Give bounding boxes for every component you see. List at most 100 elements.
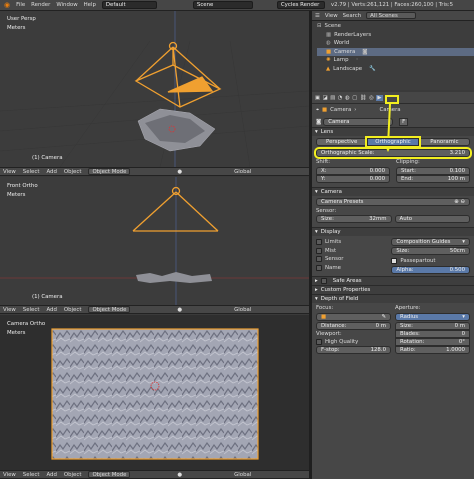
safe-areas-panel-header[interactable]: ▸ Safe Areas <box>312 275 474 285</box>
clip-end-field[interactable]: End: 100 m <box>396 175 470 183</box>
focus-label: Focus: <box>316 304 334 311</box>
select-menu[interactable]: Select <box>23 472 40 478</box>
aperture-type-select[interactable]: Radius ▾ <box>395 312 470 321</box>
shading-icon[interactable]: ● <box>177 169 182 175</box>
shift-x-field[interactable]: X: 0.000 <box>316 167 390 175</box>
focus-distance-field[interactable]: Distance: 0 m <box>316 321 391 330</box>
menu-help[interactable]: Help <box>84 2 96 8</box>
blades-field[interactable]: Blades: 0 <box>395 329 470 338</box>
orthographic-tab[interactable]: Orthographic <box>365 136 421 148</box>
render-tab-icon[interactable]: ◪ <box>323 95 328 101</box>
passepartout-checkbox[interactable]: Passepartout <box>391 257 470 266</box>
sensor-size-field[interactable]: Size: 32mm <box>316 215 392 223</box>
rotation-field[interactable]: Rotation: 0° <box>395 337 470 346</box>
shading-icon[interactable]: ● <box>177 472 182 478</box>
expand-arrow-icon: ▾ <box>315 129 318 135</box>
render-engine-selector[interactable]: Cycles Render <box>276 1 325 9</box>
ratio-field[interactable]: Ratio: 1.0000 <box>395 345 470 354</box>
lens-panel-header[interactable]: ▾ Lens <box>312 127 474 136</box>
mist-checkbox[interactable]: Mist <box>316 247 387 256</box>
add-menu[interactable]: Add <box>46 307 56 313</box>
ortho-scale-field[interactable]: Orthographic Scale: 3.210 <box>314 147 472 159</box>
mode-selector[interactable]: Object Mode <box>88 471 131 478</box>
viewport-user-persp[interactable]: User Persp Meters (1) Camera <box>0 11 309 167</box>
tree-item-camera[interactable]: ■ Camera ◙ <box>317 47 474 56</box>
perspective-tab[interactable]: Perspective <box>316 138 368 146</box>
clip-start-field[interactable]: Start: 0.100 <box>396 167 470 175</box>
physics-tab-icon[interactable]: ◎ <box>369 95 374 101</box>
tree-item-scene[interactable]: ⊟ Scene <box>317 22 474 31</box>
pin-icon[interactable]: ⌖ <box>316 107 319 114</box>
focus-object-field[interactable]: ■ ✎ <box>316 312 391 321</box>
transform-orientation[interactable]: Global <box>234 169 251 175</box>
shading-icon[interactable]: ● <box>177 307 182 313</box>
blender-logo-icon[interactable]: ◉ <box>4 1 10 9</box>
datablock-icon[interactable]: ◙ <box>316 119 321 125</box>
sensor-fit-select[interactable]: Auto <box>394 215 470 223</box>
tree-item-landscape[interactable]: ▲ Landscape 🔧 <box>317 65 474 74</box>
add-menu[interactable]: Add <box>46 169 56 175</box>
outliner-search-menu[interactable]: Search <box>343 13 362 19</box>
properties-type-icon[interactable]: ▣ <box>315 95 320 101</box>
composition-guides-menu[interactable]: Composition Guides ▾ <box>391 238 470 246</box>
viewport-front-ortho[interactable]: Front Ortho Meters (1) Camera <box>0 177 309 305</box>
scene-tab-icon[interactable]: ◔ <box>338 95 343 101</box>
lamp-data-icon: ◦ <box>355 57 359 64</box>
select-menu[interactable]: Select <box>23 169 40 175</box>
menu-render[interactable]: Render <box>31 2 50 8</box>
shift-y-field[interactable]: Y: 0.000 <box>316 175 390 183</box>
outliner-type-icon[interactable]: ☰ <box>315 13 320 19</box>
breadcrumb-data: Camera <box>379 107 401 113</box>
object-menu[interactable]: Object <box>64 169 82 175</box>
sensor-checkbox[interactable]: Sensor <box>316 255 387 264</box>
high-quality-checkbox[interactable]: High Quality <box>316 338 391 347</box>
expand-arrow-icon: ▸ <box>315 277 318 284</box>
constraints-tab-icon[interactable]: ⛓ <box>360 95 367 101</box>
add-menu[interactable]: Add <box>46 472 56 478</box>
aperture-size-field[interactable]: Size: 0 m <box>395 321 470 330</box>
menu-window[interactable]: Window <box>56 2 77 8</box>
object-tab-icon[interactable]: ▢ <box>352 95 357 101</box>
outliner-view-menu[interactable]: View <box>325 13 338 19</box>
camera-icon <box>134 41 222 108</box>
tree-item-lamp[interactable]: ✺ Lamp ◦ <box>317 56 474 65</box>
transform-orientation[interactable]: Global <box>234 472 251 478</box>
view-menu[interactable]: View <box>3 472 16 478</box>
view-menu[interactable]: View <box>3 307 16 313</box>
viewport-camera-ortho[interactable]: Camera Ortho Meters <box>0 315 309 470</box>
name-checkbox[interactable]: Name <box>316 264 387 273</box>
limits-checkbox[interactable]: Limits <box>316 238 387 247</box>
camera-panel-header[interactable]: ▾ Camera <box>312 187 474 196</box>
outliner: ☰ View Search All Scenes ⊟ Scene ▦ RenderL… <box>312 11 474 90</box>
fake-user-button[interactable]: F <box>399 117 409 126</box>
object-menu[interactable]: Object <box>64 307 82 313</box>
camera-datablock-field[interactable]: Camera <box>323 117 394 126</box>
renderlayers-icon: ▦ <box>326 31 332 38</box>
passepartout-alpha-field[interactable]: Alpha: 0.500 <box>391 265 470 274</box>
display-panel-header[interactable]: ▾ Display <box>312 227 474 236</box>
object-menu[interactable]: Object <box>64 472 82 478</box>
add-preset-icon[interactable]: ⊕ ⊖ <box>454 199 465 205</box>
world-tab-icon[interactable]: ◍ <box>345 95 350 101</box>
select-menu[interactable]: Select <box>23 307 40 313</box>
panoramic-tab[interactable]: Panoramic <box>418 138 470 146</box>
menu-file[interactable]: File <box>16 2 25 8</box>
dof-panel-header[interactable]: ▾ Depth of Field <box>312 293 474 303</box>
camera-presets-menu[interactable]: Camera Presets ⊕ ⊖ <box>316 198 470 206</box>
fstop-field[interactable]: F-stop: 128.0 <box>316 346 391 354</box>
mode-selector[interactable]: Object Mode <box>88 168 131 175</box>
view-menu[interactable]: View <box>3 169 16 175</box>
safe-areas-checkbox[interactable] <box>320 277 327 284</box>
camera-data-tab-icon[interactable]: ▶ <box>376 94 383 101</box>
display-size-field[interactable]: Size: 50cm <box>391 247 470 255</box>
tree-item-renderlayers[interactable]: ▦ RenderLayers <box>317 31 474 40</box>
mode-selector[interactable]: Object Mode <box>88 306 131 313</box>
layers-tab-icon[interactable]: ▤ <box>330 95 335 101</box>
transform-orientation[interactable]: Global <box>234 307 251 313</box>
tree-item-world[interactable]: ◍ World <box>317 39 474 48</box>
outliner-filter[interactable]: All Scenes <box>366 12 417 19</box>
layout-selector[interactable]: Default <box>101 1 157 9</box>
scene-selector[interactable]: Scene <box>192 1 253 9</box>
eyedropper-icon[interactable]: ✎ <box>381 314 386 320</box>
custom-properties-panel-header[interactable]: ▸ Custom Properties <box>312 284 474 294</box>
